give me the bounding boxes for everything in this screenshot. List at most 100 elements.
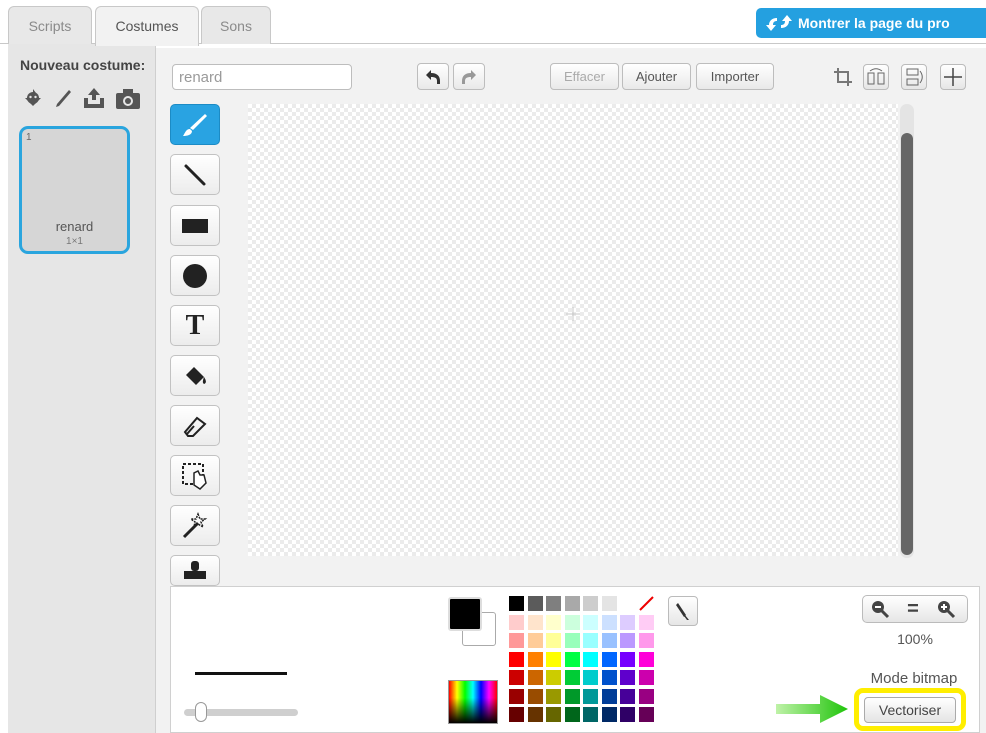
ellipse-tool[interactable] <box>170 255 220 296</box>
sprite-library-icon[interactable] <box>22 88 46 110</box>
color-swatch[interactable] <box>583 651 598 667</box>
color-swatch[interactable] <box>638 633 654 648</box>
upload-icon[interactable] <box>82 86 106 110</box>
color-swatch[interactable] <box>509 651 524 667</box>
drawing-canvas[interactable] <box>248 104 898 556</box>
color-swatch[interactable] <box>527 633 543 648</box>
fill-icon <box>186 366 206 385</box>
color-swatch[interactable] <box>583 707 598 722</box>
zoom-out-button[interactable] <box>868 598 892 620</box>
color-swatch[interactable] <box>638 670 654 685</box>
undo-button[interactable] <box>417 63 449 90</box>
flip-vertical-icon[interactable] <box>901 64 927 90</box>
eraser-tool[interactable] <box>170 405 220 446</box>
color-swatch[interactable] <box>601 614 617 630</box>
color-gradient-picker[interactable] <box>448 680 498 724</box>
color-swatch[interactable] <box>601 688 617 704</box>
tab-scripts[interactable]: Scripts <box>8 6 92 44</box>
color-swatch[interactable] <box>638 651 654 667</box>
import-button[interactable]: Importer <box>696 63 774 90</box>
green-arrow-icon <box>776 695 848 723</box>
color-swatch[interactable] <box>509 688 524 704</box>
color-swatch[interactable] <box>527 614 543 630</box>
color-swatch[interactable] <box>527 688 543 704</box>
color-swatch[interactable] <box>564 707 580 722</box>
color-swatch[interactable] <box>546 707 561 722</box>
color-swatch[interactable] <box>620 614 635 630</box>
color-swatch[interactable] <box>620 633 635 648</box>
color-swatch[interactable] <box>620 651 635 667</box>
color-swatch[interactable] <box>527 670 543 685</box>
color-swatch[interactable] <box>583 633 598 648</box>
color-swatch[interactable] <box>601 670 617 685</box>
color-swatch[interactable] <box>620 670 635 685</box>
see-project-page-button[interactable]: Montrer la page du pro <box>756 8 986 38</box>
rectangle-icon <box>182 218 208 233</box>
tab-sounds[interactable]: Sons <box>201 6 271 44</box>
redo-button[interactable] <box>453 63 485 90</box>
color-swatch[interactable] <box>583 688 598 704</box>
brush-size-slider-handle[interactable] <box>195 702 207 722</box>
color-swatch[interactable] <box>620 707 635 722</box>
color-swatch[interactable] <box>638 614 654 630</box>
select-tool[interactable] <box>170 455 220 496</box>
eyedropper-button[interactable] <box>668 596 698 626</box>
set-center-icon[interactable] <box>940 64 966 90</box>
color-swatch[interactable] <box>509 614 524 630</box>
color-swatch[interactable] <box>509 596 524 611</box>
text-tool[interactable]: T <box>170 305 220 346</box>
zoom-reset-button[interactable]: = <box>900 596 926 622</box>
color-swatch[interactable] <box>638 707 654 722</box>
eraser-icon <box>183 416 207 437</box>
add-button[interactable]: Ajouter <box>622 63 691 90</box>
color-swatch[interactable] <box>583 596 598 611</box>
color-swatch[interactable] <box>509 633 524 648</box>
color-swatch[interactable] <box>509 670 524 685</box>
color-swatch[interactable] <box>509 707 524 722</box>
color-swatch[interactable] <box>620 596 635 611</box>
tab-label: Scripts <box>28 18 72 34</box>
paint-brush-icon[interactable] <box>53 88 73 110</box>
primary-color-swatch[interactable] <box>448 597 482 631</box>
color-swatch[interactable] <box>601 596 617 611</box>
color-swatch[interactable] <box>601 651 617 667</box>
costume-item[interactable]: 1 renard 1×1 <box>19 126 130 254</box>
tab-costumes[interactable]: Costumes <box>95 6 199 46</box>
zoom-in-button[interactable] <box>934 598 958 620</box>
flip-horizontal-icon[interactable] <box>863 64 889 90</box>
brush-tool[interactable] <box>170 104 220 145</box>
camera-icon[interactable] <box>115 88 143 110</box>
color-swatch[interactable] <box>564 633 580 648</box>
color-swatch[interactable] <box>527 707 543 722</box>
magic-wand-tool[interactable] <box>170 505 220 546</box>
color-swatch[interactable] <box>601 633 617 648</box>
color-swatch[interactable] <box>601 707 617 722</box>
color-swatch[interactable] <box>564 670 580 685</box>
color-swatch[interactable] <box>564 596 580 611</box>
color-swatch[interactable] <box>583 670 598 685</box>
color-swatch[interactable] <box>546 633 561 648</box>
color-swatch[interactable] <box>546 596 561 611</box>
vectorize-button[interactable]: Vectoriser <box>864 697 956 723</box>
color-swatch[interactable] <box>546 614 561 630</box>
color-swatch[interactable] <box>583 614 598 630</box>
color-swatch[interactable] <box>564 651 580 667</box>
fill-tool[interactable] <box>170 355 220 396</box>
color-swatch[interactable] <box>546 670 561 685</box>
color-swatch[interactable] <box>527 596 543 611</box>
costume-name-input[interactable] <box>172 64 352 90</box>
color-swatch[interactable] <box>546 688 561 704</box>
scrollbar-thumb[interactable] <box>901 133 913 555</box>
clear-button[interactable]: Effacer <box>550 63 619 90</box>
crop-icon[interactable] <box>829 64 857 90</box>
rectangle-tool[interactable] <box>170 205 220 246</box>
color-swatch[interactable] <box>546 651 561 667</box>
no-color-swatch[interactable] <box>638 596 654 611</box>
color-swatch[interactable] <box>638 688 654 704</box>
color-swatch[interactable] <box>527 651 543 667</box>
stamp-tool[interactable] <box>170 555 220 586</box>
color-swatch[interactable] <box>564 688 580 704</box>
line-tool[interactable] <box>170 154 220 195</box>
color-swatch[interactable] <box>620 688 635 704</box>
color-swatch[interactable] <box>564 614 580 630</box>
